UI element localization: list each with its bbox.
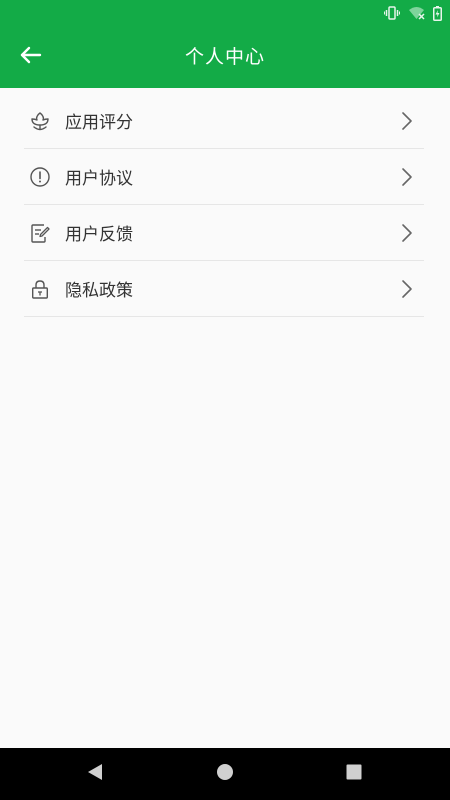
chevron-right-icon: [400, 222, 414, 244]
home-circle-icon: [216, 763, 234, 785]
battery-charging-icon: [433, 5, 442, 21]
nav-back-button[interactable]: [82, 761, 108, 787]
menu-item-label: 隐私政策: [65, 281, 133, 301]
menu-item-label: 应用评分: [65, 113, 133, 133]
back-triangle-icon: [86, 763, 104, 785]
chevron-right-icon: [400, 166, 414, 188]
system-nav-bar: [0, 748, 450, 800]
page-title: 个人中心: [184, 46, 265, 68]
settings-menu: 应用评分 用户协议 用户反馈 隐私政策: [24, 93, 424, 317]
recents-square-icon: [345, 763, 363, 785]
app-bar: 个人中心: [0, 26, 450, 88]
arrow-left-icon: [20, 46, 42, 68]
chevron-right-icon: [400, 278, 414, 300]
flower-rating-icon: [29, 110, 51, 132]
menu-item-label: 用户反馈: [65, 225, 133, 245]
lock-icon: [29, 278, 51, 300]
exclamation-circle-icon: [29, 166, 51, 188]
menu-item-app-rating[interactable]: 应用评分: [24, 93, 424, 149]
menu-item-user-agreement[interactable]: 用户协议: [24, 149, 424, 205]
nav-home-button[interactable]: [212, 761, 238, 787]
screen: 个人中心 应用评分 用户协议 用户反馈 隐私政策: [0, 0, 450, 800]
menu-item-privacy-policy[interactable]: 隐私政策: [24, 261, 424, 317]
menu-item-label: 用户协议: [65, 169, 133, 189]
nav-recents-button[interactable]: [341, 761, 367, 787]
vibrate-icon: [384, 6, 400, 20]
edit-note-icon: [29, 222, 51, 244]
chevron-right-icon: [400, 110, 414, 132]
menu-item-user-feedback[interactable]: 用户反馈: [24, 205, 424, 261]
back-button[interactable]: [12, 38, 50, 76]
wifi-off-icon: [408, 6, 425, 20]
status-bar: [0, 0, 450, 26]
